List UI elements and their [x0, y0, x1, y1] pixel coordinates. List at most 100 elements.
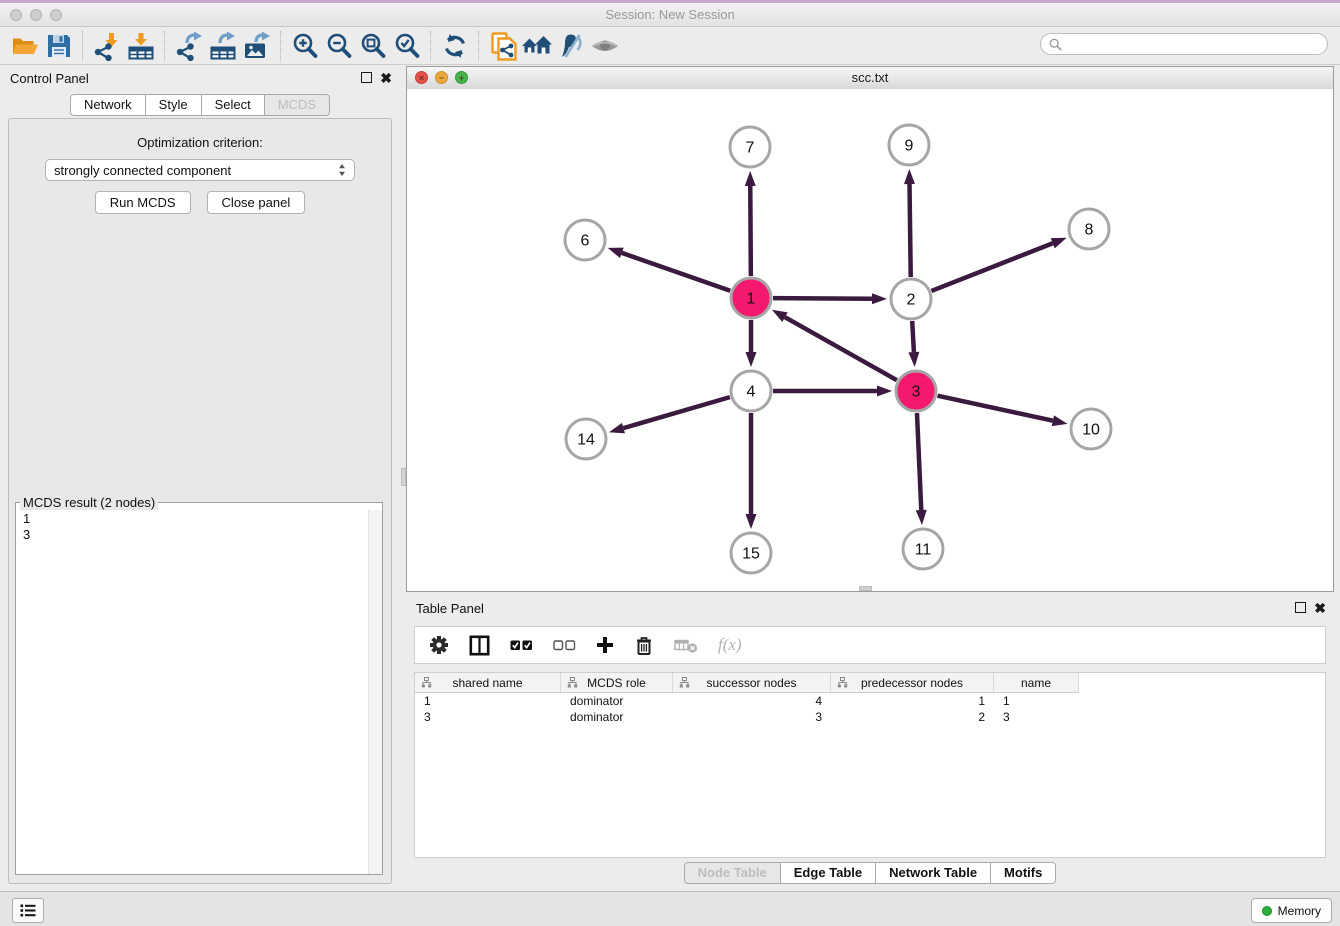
- tab-network[interactable]: Network: [70, 94, 146, 116]
- network-minimize-button[interactable]: −: [435, 71, 448, 84]
- result-scrollbar[interactable]: [368, 510, 382, 874]
- home-view-button[interactable]: [520, 30, 554, 62]
- graph-node-label: 14: [577, 432, 595, 449]
- import-network-button[interactable]: [90, 30, 124, 62]
- export-table-button[interactable]: [206, 30, 240, 62]
- select-all-button[interactable]: [510, 639, 533, 651]
- table-cell[interactable]: 3: [415, 709, 561, 725]
- export-network-button[interactable]: [172, 30, 206, 62]
- hierarchy-icon: [837, 677, 848, 688]
- edge-arrowhead: [746, 352, 757, 367]
- table-cell[interactable]: dominator: [561, 709, 673, 725]
- show-details-button[interactable]: [588, 30, 622, 62]
- delete-table-button[interactable]: [674, 637, 698, 654]
- table-cell[interactable]: 3: [673, 709, 831, 725]
- column-header-MCDS-role[interactable]: MCDS role: [561, 673, 673, 693]
- table-cell[interactable]: dominator: [561, 693, 673, 709]
- save-session-button[interactable]: [42, 30, 76, 62]
- table-cell[interactable]: 1: [831, 693, 994, 709]
- application-window: Session: New Session: [0, 0, 1340, 926]
- network-canvas[interactable]: 1234678910111415: [407, 89, 1333, 591]
- network-close-button[interactable]: ×: [415, 71, 428, 84]
- open-session-button[interactable]: [8, 30, 42, 62]
- search-box[interactable]: [1040, 33, 1328, 55]
- column-header-name[interactable]: name: [994, 673, 1079, 693]
- graph-node-label: 1: [747, 291, 756, 308]
- column-header-successor-nodes[interactable]: successor nodes: [673, 673, 831, 693]
- delete-column-button[interactable]: [634, 635, 654, 656]
- close-panel-button[interactable]: Close panel: [207, 191, 306, 214]
- status-bar: Memory: [0, 891, 1340, 926]
- close-panel-icon[interactable]: ✖: [1314, 603, 1326, 613]
- float-panel-icon[interactable]: [1295, 602, 1306, 613]
- table-cell[interactable]: 3: [994, 709, 1079, 725]
- zoom-fit-button[interactable]: [356, 30, 390, 62]
- float-panel-icon[interactable]: [361, 72, 372, 83]
- close-panel-icon[interactable]: ✖: [380, 73, 392, 83]
- search-input[interactable]: [1066, 34, 1327, 54]
- graph-edge-3-11[interactable]: [917, 413, 921, 510]
- toolbar-separator: [164, 31, 166, 61]
- graph-edge-3-1[interactable]: [785, 317, 897, 380]
- window-title: Session: New Session: [0, 3, 1340, 26]
- table-cell[interactable]: 1: [415, 693, 561, 709]
- edge-arrowhead: [872, 293, 887, 304]
- memory-button[interactable]: Memory: [1251, 898, 1332, 923]
- clone-network-button[interactable]: [486, 30, 520, 62]
- graph-edge-3-10[interactable]: [937, 396, 1052, 421]
- network-graph[interactable]: 1234678910111415: [407, 89, 1333, 591]
- control-panel-tabs: NetworkStyleSelectMCDS: [0, 94, 400, 116]
- table-cell[interactable]: 4: [673, 693, 831, 709]
- graph-edge-1-6[interactable]: [622, 253, 730, 291]
- zoom-selected-button[interactable]: [390, 30, 424, 62]
- create-column-button[interactable]: [596, 636, 614, 654]
- dropdown-stepper-icon: [338, 163, 346, 177]
- show-columns-button[interactable]: [469, 635, 490, 656]
- table-cell[interactable]: 1: [994, 693, 1079, 709]
- result-item: 3: [23, 527, 368, 543]
- criterion-dropdown-value: strongly connected component: [54, 163, 338, 178]
- hide-details-button[interactable]: [554, 30, 588, 62]
- graph-edge-4-14[interactable]: [623, 397, 729, 428]
- table-row[interactable]: 3dominator323: [415, 709, 1325, 725]
- graph-edge-2-8[interactable]: [931, 243, 1052, 291]
- table-toolbar: f(x): [414, 626, 1326, 664]
- export-table-icon: [208, 31, 238, 61]
- table-tab-node-table[interactable]: Node Table: [684, 862, 781, 884]
- network-window-titlebar[interactable]: scc.txt × − +: [407, 67, 1333, 90]
- table-cell[interactable]: 2: [831, 709, 994, 725]
- optimization-criterion-label: Optimization criterion:: [9, 135, 391, 150]
- table-tab-edge-table[interactable]: Edge Table: [781, 862, 876, 884]
- unselect-all-button[interactable]: [553, 639, 576, 651]
- graph-node-label: 2: [907, 292, 916, 309]
- zoom-in-button[interactable]: [288, 30, 322, 62]
- tab-style[interactable]: Style: [146, 94, 202, 116]
- tab-mcds[interactable]: MCDS: [265, 94, 330, 116]
- graph-edge-1-7[interactable]: [750, 186, 751, 276]
- export-image-button[interactable]: [240, 30, 274, 62]
- graph-node-label: 6: [581, 233, 590, 250]
- graph-edge-2-9[interactable]: [910, 184, 911, 277]
- mcds-result-list: 13: [16, 510, 368, 874]
- tab-select[interactable]: Select: [202, 94, 265, 116]
- table-row[interactable]: 1dominator411: [415, 693, 1325, 709]
- function-builder-button[interactable]: f(x): [718, 635, 742, 655]
- criterion-dropdown[interactable]: strongly connected component: [45, 159, 355, 181]
- network-maximize-button[interactable]: +: [455, 71, 468, 84]
- splitter-handle[interactable]: [401, 468, 406, 486]
- import-table-button[interactable]: [124, 30, 158, 62]
- graph-edge-2-3[interactable]: [912, 321, 914, 352]
- show-panels-button[interactable]: [12, 898, 44, 923]
- run-mcds-button[interactable]: Run MCDS: [95, 191, 191, 214]
- column-header-shared-name[interactable]: shared name: [415, 673, 561, 693]
- table-settings-button[interactable]: [429, 635, 449, 655]
- horizontal-splitter-handle[interactable]: [859, 586, 872, 591]
- column-header-predecessor-nodes[interactable]: predecessor nodes: [831, 673, 994, 693]
- titlebar: Session: New Session: [0, 0, 1340, 27]
- zoom-out-button[interactable]: [322, 30, 356, 62]
- table-tab-motifs[interactable]: Motifs: [991, 862, 1056, 884]
- table-tab-network-table[interactable]: Network Table: [876, 862, 991, 884]
- apply-layout-button[interactable]: [438, 30, 472, 62]
- result-item: 1: [23, 511, 368, 527]
- graph-edge-1-2[interactable]: [773, 298, 872, 299]
